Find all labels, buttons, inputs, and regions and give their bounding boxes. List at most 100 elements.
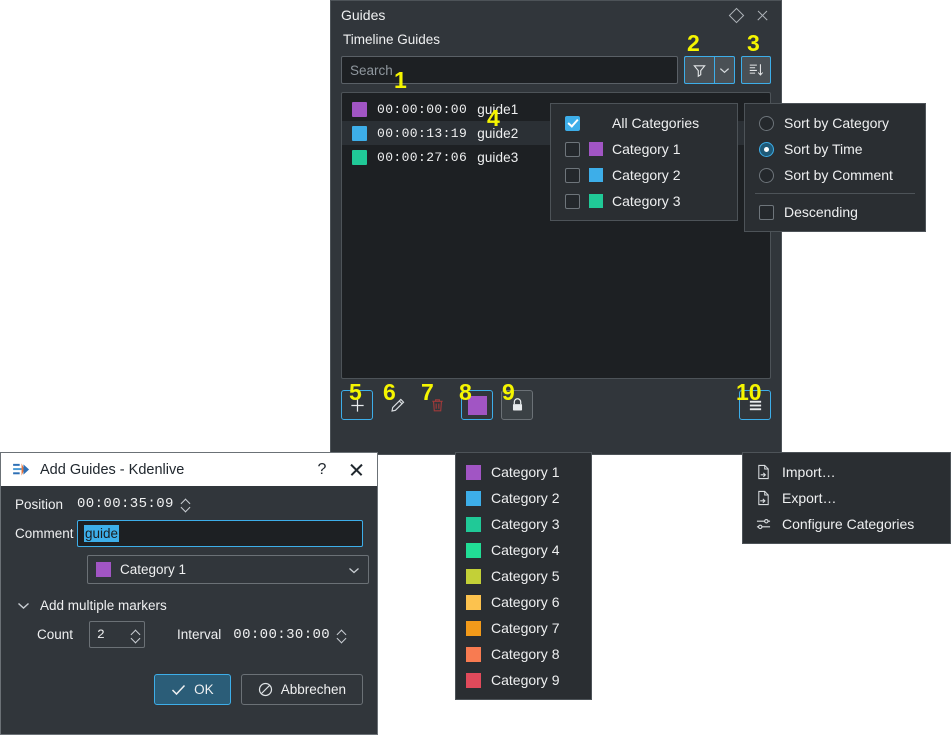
check-icon [172,684,186,695]
category-color-swatch [466,490,481,506]
category-list-popup: Category 1 Category 2 Category 3 Categor… [455,452,592,700]
category-option-label: Category 5 [491,568,560,584]
interval-value[interactable]: 00:00:30:00 [233,627,330,643]
filter-dropdown-button[interactable] [714,56,735,84]
menu-item-import[interactable]: Import… [743,459,950,485]
count-input[interactable]: 2 [89,621,145,648]
category-filter-label: Category 1 [612,141,681,157]
interval-stepper[interactable] [337,629,346,641]
sort-order-icon [749,64,763,76]
checkbox-icon[interactable] [565,167,580,183]
category-option-label: Category 6 [491,594,560,610]
category-filter-item-3[interactable]: Category 3 [551,188,737,214]
sort-option-label: Sort by Comment [784,167,893,183]
annotation-marker-2: 2 [687,30,700,56]
category-option-label: Category 2 [491,490,560,506]
category-filter-popup: All Categories Category 1 Category 2 Cat… [550,103,738,221]
guide-color-swatch [352,149,367,165]
guides-dock-title: Guides [341,7,386,23]
radio-selected-icon[interactable] [759,141,774,157]
annotation-marker-9: 9 [502,379,515,405]
ok-button-label: OK [194,682,214,697]
category-option-3[interactable]: Category 3 [456,511,591,537]
category-color-swatch [466,568,481,584]
chevron-down-icon [18,602,29,609]
category-option-7[interactable]: Category 7 [456,615,591,641]
radio-icon[interactable] [759,115,774,131]
guide-color-swatch [352,125,367,141]
category-option-label: Category 3 [491,516,560,532]
category-filter-item-1[interactable]: Category 1 [551,136,737,162]
category-option-5[interactable]: Category 5 [456,563,591,589]
category-color-swatch [466,542,481,558]
menu-item-label: Configure Categories [782,516,915,532]
checkbox-checked-icon[interactable] [565,115,580,131]
help-button[interactable]: ? [305,456,339,484]
category-option-2[interactable]: Category 2 [456,485,591,511]
add-multiple-markers-label: Add multiple markers [40,598,167,613]
import-file-icon [755,464,772,481]
ok-button[interactable]: OK [154,674,231,705]
cancel-button[interactable]: Abbrechen [240,674,363,705]
category-color-swatch [466,620,481,636]
dialog-button-bar: OK Abbrechen [15,674,363,705]
sliders-configure-icon [755,516,772,533]
menu-item-configure-categories[interactable]: Configure Categories [743,511,950,537]
search-input[interactable]: Search [341,56,678,84]
category-option-label: Category 8 [491,646,560,662]
kdenlive-logo-icon [13,463,30,476]
category-option-label: Category 9 [491,672,560,688]
annotation-marker-5: 5 [349,379,362,405]
count-stepper[interactable] [131,629,140,641]
sort-option-descending[interactable]: Descending [745,199,925,225]
category-color-swatch [466,464,481,480]
category-color-swatch [589,168,603,182]
checkbox-icon[interactable] [565,193,580,209]
menu-item-label: Import… [782,464,836,480]
diamond-float-icon[interactable] [723,3,749,27]
checkbox-icon[interactable] [759,204,774,220]
cancel-circle-icon [258,682,272,697]
category-filter-label: Category 2 [612,167,681,183]
sort-option-comment[interactable]: Sort by Comment [745,162,925,188]
category-filter-item-all[interactable]: All Categories [551,110,737,136]
category-color-swatch [466,672,481,688]
funnel-filter-icon [693,64,706,77]
menu-item-export[interactable]: Export… [743,485,950,511]
category-option-9[interactable]: Category 9 [456,667,591,693]
position-label: Position [15,496,64,512]
add-guides-dialog: Add Guides - Kdenlive ? Position 00:00:3… [0,452,378,735]
close-icon[interactable] [749,3,775,27]
chevron-down-icon [719,68,730,74]
position-stepper[interactable] [181,498,190,510]
position-value[interactable]: 00:00:35:09 [77,496,174,512]
guide-color-swatch [352,101,367,117]
annotation-marker-7: 7 [421,379,434,405]
comment-input[interactable]: guide [77,520,363,547]
category-option-label: Category 4 [491,542,560,558]
dialog-body: Position 00:00:35:09 Comment guide Categ… [1,486,377,705]
annotation-marker-4: 4 [487,105,500,131]
export-file-icon [755,490,772,507]
category-option-8[interactable]: Category 8 [456,641,591,667]
category-option-6[interactable]: Category 6 [456,589,591,615]
sort-option-category[interactable]: Sort by Category [745,110,925,136]
guides-context-menu: Import… Export… Configure Categories [742,452,951,544]
annotation-marker-10: 10 [736,379,762,405]
sort-button[interactable] [741,56,771,84]
dialog-title: Add Guides - Kdenlive [40,461,185,478]
category-color-swatch [466,516,481,532]
category-select[interactable]: Category 1 [87,555,369,584]
guides-dock-titlebar: Guides [331,1,781,29]
category-option-4[interactable]: Category 4 [456,537,591,563]
sort-option-time[interactable]: Sort by Time [745,136,925,162]
add-multiple-markers-toggle[interactable]: Add multiple markers [17,598,363,613]
checkbox-icon[interactable] [565,141,580,157]
filter-button[interactable] [684,56,714,84]
category-option-1[interactable]: Category 1 [456,459,591,485]
close-icon[interactable] [339,456,373,484]
interval-label: Interval [177,627,222,642]
radio-icon[interactable] [759,167,774,183]
cancel-button-label: Abbrechen [280,682,346,697]
category-filter-item-2[interactable]: Category 2 [551,162,737,188]
